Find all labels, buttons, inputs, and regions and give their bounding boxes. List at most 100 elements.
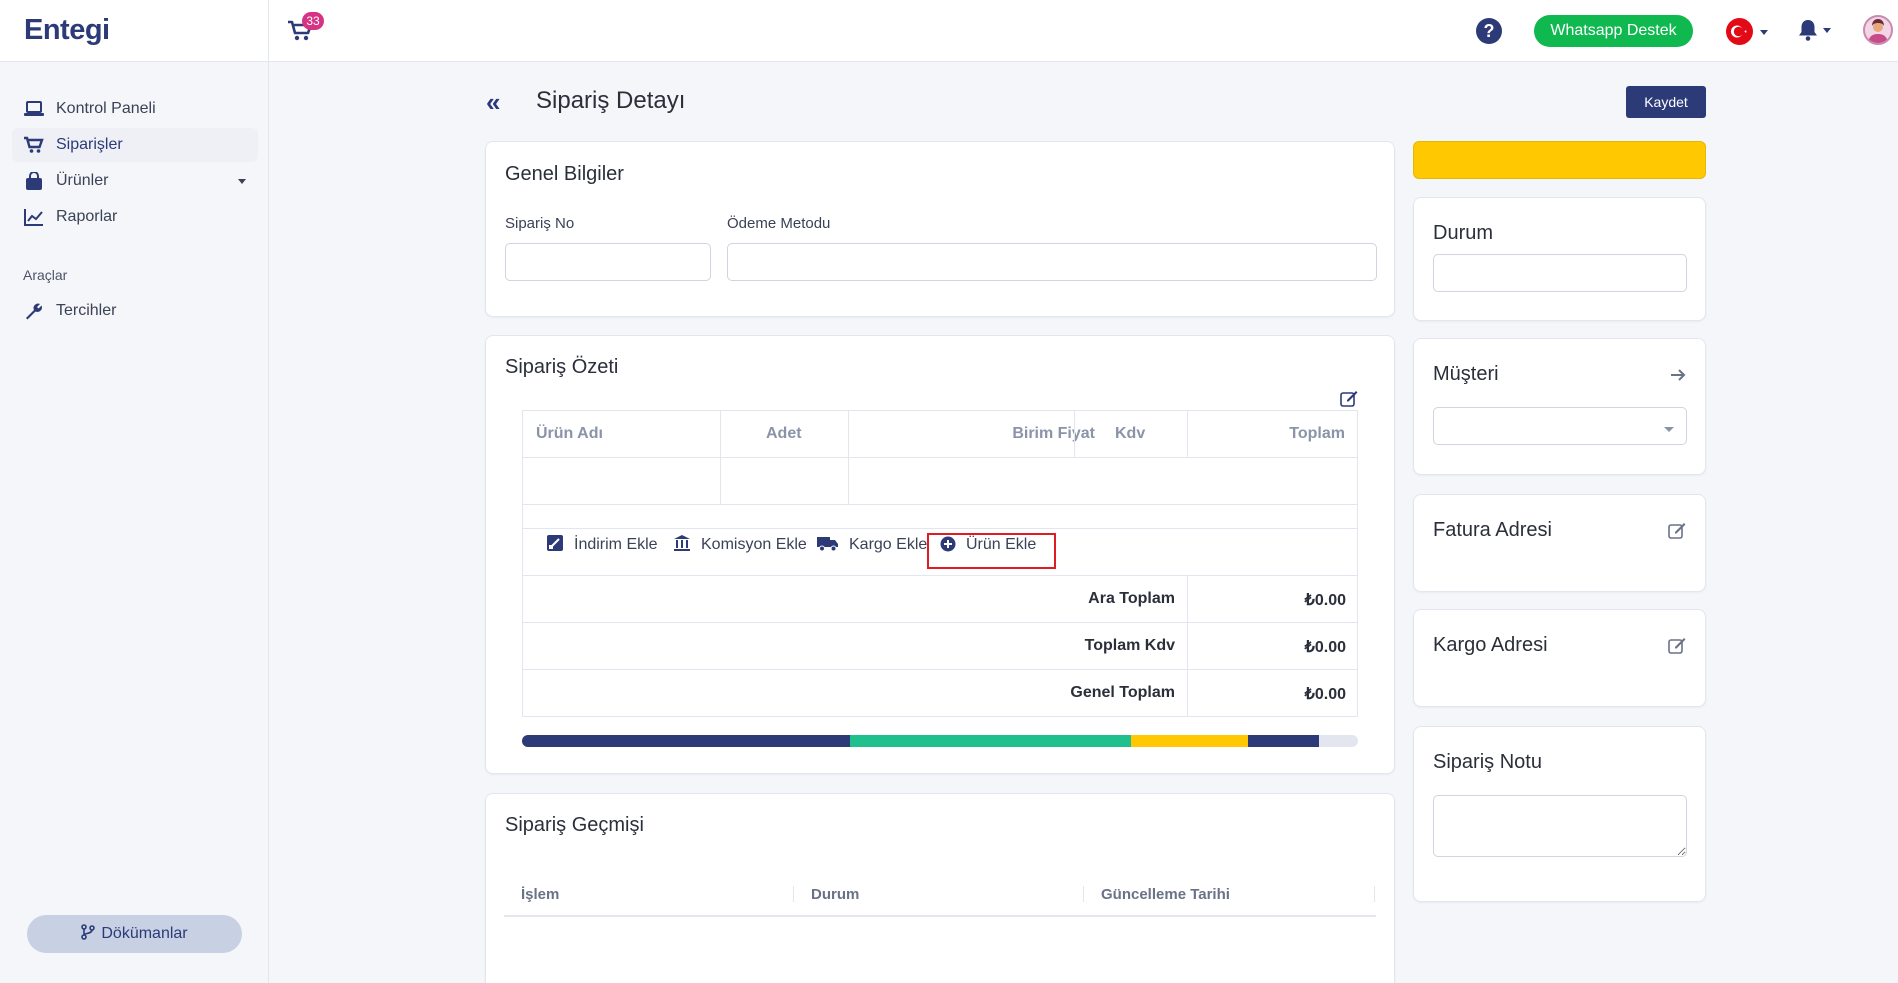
vat-total-label: Toplam Kdv: [1084, 637, 1175, 654]
chevron-down-icon: [1823, 28, 1831, 33]
card-title: Sipariş Geçmişi: [505, 814, 644, 836]
row-divider: [523, 457, 1357, 458]
order-progress-bar: [522, 735, 1358, 747]
sidebar-item-label: Raporlar: [56, 208, 118, 225]
bell-icon: [1799, 20, 1817, 41]
customer-card: Müşteri: [1413, 338, 1706, 475]
flag-tr-icon: [1726, 18, 1753, 45]
column-header: Ürün Adı: [536, 425, 603, 442]
logo-text: ntegi: [42, 14, 110, 46]
arrow-right-icon[interactable]: [1670, 367, 1686, 383]
sidebar-section-label: Araçlar: [23, 267, 68, 283]
order-note-card: Sipariş Notu: [1413, 726, 1706, 902]
page-title: Sipariş Detayı: [536, 87, 686, 114]
customer-select[interactable]: [1433, 407, 1687, 445]
progress-segment: [522, 735, 850, 747]
cart-button[interactable]: 33: [285, 12, 324, 46]
card-title: Genel Bilgiler: [505, 163, 624, 185]
column-divider: [1083, 886, 1084, 902]
save-button[interactable]: Kaydet: [1626, 86, 1706, 118]
chevron-down-icon: [1760, 30, 1768, 35]
row-divider: [523, 669, 1357, 670]
card-title: Fatura Adresi: [1433, 519, 1552, 541]
row-divider: [523, 575, 1357, 576]
sidebar-item-label: Kontrol Paneli: [56, 100, 156, 117]
subtotal-value: ₺0.00: [1304, 592, 1346, 609]
cart-icon: [24, 136, 44, 153]
invoice-address-card: Fatura Adresi: [1413, 494, 1706, 592]
payment-method-label: Ödeme Metodu: [727, 215, 831, 232]
column-header: Adet: [766, 425, 802, 442]
card-title: Sipariş Notu: [1433, 751, 1542, 773]
add-commission-button[interactable]: Komisyon Ekle: [673, 528, 807, 562]
action-label: İndirim Ekle: [574, 536, 658, 553]
whatsapp-support-button[interactable]: Whatsapp Destek: [1534, 15, 1693, 47]
shipping-address-card: Kargo Adresi: [1413, 609, 1706, 707]
card-title: Kargo Adresi: [1433, 634, 1548, 656]
discount-icon: [547, 535, 563, 551]
order-history-card: Sipariş Geçmişi: [485, 793, 1395, 983]
column-header: Birim Fiyat: [1012, 425, 1095, 442]
laptop-icon: [24, 101, 44, 116]
action-label: Komisyon Ekle: [701, 536, 807, 553]
edit-icon[interactable]: [1340, 390, 1358, 407]
avatar[interactable]: [1863, 15, 1893, 45]
progress-segment: [1248, 735, 1319, 747]
column-divider: [1374, 886, 1375, 902]
sidebar-divider: [268, 0, 269, 983]
card-title: Müşteri: [1433, 363, 1499, 385]
grand-total-value: ₺0.00: [1304, 686, 1346, 703]
branch-icon: [81, 924, 96, 940]
sidebar-item-raporlar[interactable]: Raporlar: [12, 200, 258, 234]
sidebar-item-kontrol-paneli[interactable]: Kontrol Paneli: [12, 92, 258, 126]
column-divider: [1187, 575, 1188, 716]
card-title: Durum: [1433, 222, 1494, 244]
documents-label: Dökümanlar: [101, 925, 188, 942]
logo-mark: E: [24, 14, 43, 46]
history-column-header: İşlem: [521, 886, 560, 903]
sidebar-item-label: Ürünler: [56, 172, 109, 189]
order-no-input[interactable]: [505, 243, 711, 281]
vat-total-value: ₺0.00: [1304, 639, 1346, 656]
sidebar-item-tercihler[interactable]: Tercihler: [12, 294, 258, 328]
edit-icon[interactable]: [1668, 522, 1686, 539]
sidebar-item-siparisler[interactable]: Siparişler: [12, 128, 258, 162]
row-divider: [523, 622, 1357, 623]
order-no-label: Sipariş No: [505, 215, 575, 232]
status-input[interactable]: [1433, 254, 1687, 292]
chevron-down-icon: [238, 179, 246, 184]
sidebar-item-label: Tercihler: [56, 302, 117, 319]
language-selector[interactable]: [1726, 18, 1768, 45]
status-card: Durum: [1413, 197, 1706, 321]
payment-method-input[interactable]: [727, 243, 1377, 281]
logo[interactable]: Entegi: [24, 14, 110, 47]
truck-icon: [817, 537, 838, 552]
card-title: Sipariş Özeti: [505, 356, 619, 378]
status-color-bar: [1413, 141, 1706, 179]
top-bar: Entegi 33 ? Whatsapp Destek: [0, 0, 1898, 62]
add-shipping-button[interactable]: Kargo Ekle: [817, 528, 927, 562]
column-divider: [1074, 411, 1075, 457]
bag-icon: [26, 172, 42, 190]
back-button[interactable]: «: [486, 89, 500, 115]
action-label: Kargo Ekle: [849, 536, 928, 553]
documents-button[interactable]: Dökümanlar: [27, 915, 242, 953]
order-note-textarea[interactable]: [1433, 795, 1687, 857]
row-divider: [523, 504, 1357, 505]
history-header-divider: [504, 915, 1376, 917]
column-header: Kdv: [1115, 425, 1146, 442]
edit-icon[interactable]: [1668, 637, 1686, 654]
cart-count-badge: 33: [302, 12, 324, 30]
sidebar-item-label: Siparişler: [56, 136, 123, 153]
progress-segment: [1131, 735, 1249, 747]
notifications-button[interactable]: [1797, 16, 1833, 46]
history-column-header: Durum: [811, 886, 860, 903]
wrench-icon: [26, 303, 42, 320]
grand-total-label: Genel Toplam: [1070, 684, 1175, 701]
chevron-down-icon: [1664, 427, 1674, 432]
sidebar-item-urunler[interactable]: Ürünler: [12, 164, 258, 198]
column-divider: [1187, 411, 1188, 457]
column-header: Toplam: [1289, 425, 1345, 442]
help-icon[interactable]: ?: [1476, 18, 1502, 44]
add-discount-button[interactable]: İndirim Ekle: [546, 528, 658, 562]
